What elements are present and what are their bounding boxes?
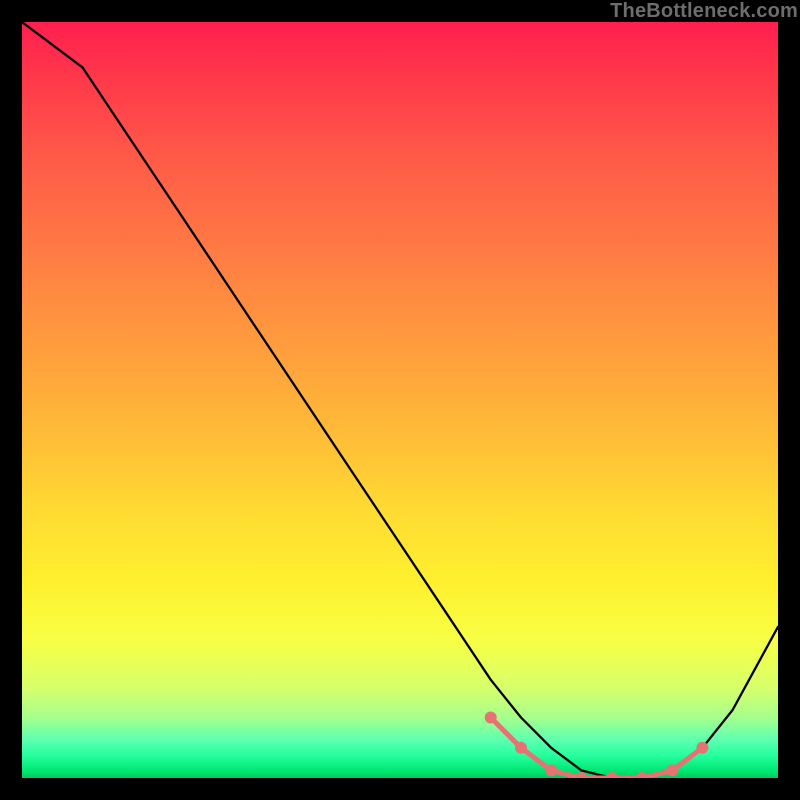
optimal-range-marker [545, 764, 557, 776]
optimal-range-marker [606, 772, 618, 778]
chart-area [22, 22, 778, 778]
optimal-range-markers [485, 712, 709, 779]
optimal-range-marker [636, 772, 648, 778]
attribution-text: TheBottleneck.com [610, 0, 798, 23]
optimal-range-marker [515, 742, 527, 754]
optimal-range-marker [575, 772, 587, 778]
bottleneck-curve [22, 22, 778, 778]
optimal-range-marker [485, 712, 497, 724]
optimal-range-marker [666, 764, 678, 776]
optimal-range-marker [696, 742, 708, 754]
chart-svg [22, 22, 778, 778]
